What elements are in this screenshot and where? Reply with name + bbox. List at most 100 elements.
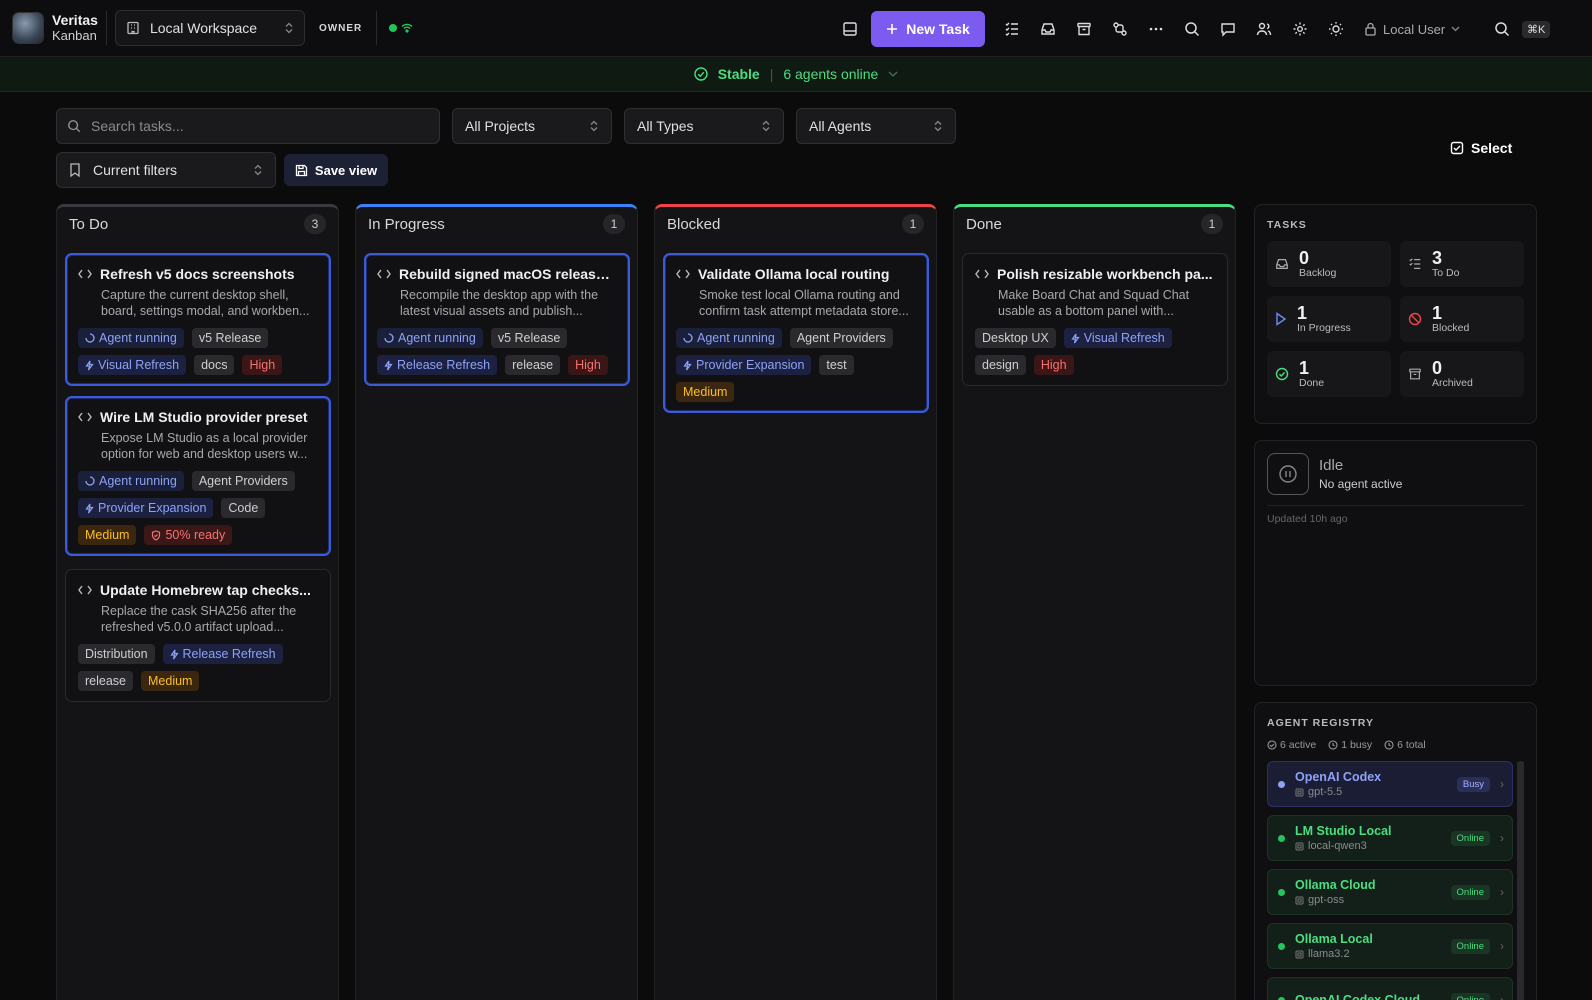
search-button[interactable] <box>1174 11 1210 47</box>
agent-status-tag: Agent running <box>377 328 483 348</box>
agents-filter[interactable]: All Agents <box>796 108 956 144</box>
chevron-updown-icon <box>284 22 294 34</box>
task-card[interactable]: Validate Ollama local routing Smoke test … <box>663 253 929 413</box>
theme-button[interactable] <box>1318 11 1354 47</box>
agent-status-badge: Busy <box>1456 776 1490 792</box>
chip-icon <box>1295 788 1304 797</box>
more-button[interactable] <box>1138 11 1174 47</box>
agent-row[interactable]: LM Studio Local local-qwen3 Online › <box>1267 815 1513 861</box>
chevron-down-icon <box>888 71 898 77</box>
agent-row[interactable]: Ollama Local llama3.2 Online › <box>1267 923 1513 969</box>
backlog-icon <box>1275 257 1289 271</box>
tag: Desktop UX <box>975 328 1056 348</box>
command-search-button[interactable] <box>1484 11 1520 47</box>
column-done: Done 1 Polish resizable workbench pa... Mak… <box>953 204 1236 1000</box>
agent-activity-panel: Idle No agent active Updated 10h ago <box>1254 440 1537 686</box>
stat-archived[interactable]: 0 Archived <box>1400 351 1524 397</box>
divider <box>105 11 107 45</box>
workflow-button[interactable] <box>1102 11 1138 47</box>
agent-status-dot <box>1278 780 1285 788</box>
plus-icon <box>887 24 898 34</box>
code-icon <box>676 269 690 279</box>
stat-in-progress[interactable]: 1 In Progress <box>1267 296 1391 342</box>
task-title: Refresh v5 docs screenshots <box>100 266 295 282</box>
types-filter[interactable]: All Types <box>624 108 784 144</box>
new-task-button[interactable]: New Task <box>871 11 985 47</box>
saved-view-selector[interactable]: Current filters <box>56 152 276 188</box>
task-card[interactable]: Update Homebrew tap checks... Replace the… <box>65 569 331 702</box>
inbox-icon <box>1041 23 1055 35</box>
chevron-updown-icon <box>934 120 942 132</box>
column-title: To Do <box>69 215 109 233</box>
agent-model: local-qwen3 <box>1308 840 1367 852</box>
workspace-selector[interactable]: Local Workspace <box>114 10 305 46</box>
chevron-updown-icon <box>590 120 598 132</box>
settings-button[interactable] <box>1282 11 1318 47</box>
agent-model: llama3.2 <box>1308 948 1350 960</box>
divider <box>376 11 378 45</box>
archived-icon <box>1408 367 1422 381</box>
tag: v5 Release <box>191 328 269 348</box>
task-description: Recompile the desktop app with the latest… <box>400 288 599 318</box>
chevron-right-icon: › <box>1500 993 1504 1000</box>
column-title: Done <box>966 215 1002 233</box>
chip-icon <box>1295 896 1304 905</box>
stat-done[interactable]: 1 Done <box>1267 351 1391 397</box>
search-field[interactable]: Search tasks... <box>56 108 440 144</box>
tag: v5 Release <box>490 328 568 348</box>
types-filter-label: All Types <box>637 118 694 134</box>
chat-button[interactable] <box>1210 11 1246 47</box>
total-count-label: 6 total <box>1397 739 1426 751</box>
users-button[interactable] <box>1246 11 1282 47</box>
chevron-right-icon: › <box>1500 939 1504 953</box>
tasks-heading: TASKS <box>1267 219 1307 231</box>
shield-check-icon <box>151 529 161 541</box>
priority-tag: Medium <box>78 525 137 545</box>
new-task-label: New Task <box>906 21 970 37</box>
agent-row[interactable]: OpenAI Codex Cloud Online › <box>1267 977 1513 1000</box>
column-todo: To Do 3 Refresh v5 docs screenshots Capture… <box>56 204 339 1000</box>
priority-tag: Medium <box>141 671 200 691</box>
connection-status[interactable] <box>389 23 413 33</box>
brand[interactable]: Veritas Kanban <box>12 12 98 44</box>
busy-count-label: 1 busy <box>1341 739 1373 751</box>
task-card[interactable]: Rebuild signed macOS release ... Recompil… <box>364 253 630 386</box>
search-input[interactable]: Search tasks... <box>91 118 184 134</box>
tag: Agent Providers <box>191 471 295 491</box>
chevron-right-icon: › <box>1500 831 1504 845</box>
archive-button[interactable] <box>1066 11 1102 47</box>
check-circle-icon <box>693 67 708 81</box>
code-icon <box>377 269 391 279</box>
panel-toggle-button[interactable] <box>832 11 868 47</box>
code-icon <box>78 412 92 422</box>
save-view-button[interactable]: Save view <box>284 154 388 186</box>
spinner-icon <box>683 333 693 343</box>
projects-filter[interactable]: All Projects <box>452 108 612 144</box>
stat-blocked[interactable]: 1 Blocked <box>1400 296 1524 342</box>
agent-row[interactable]: Ollama Cloud gpt-oss Online › <box>1267 869 1513 915</box>
users-icon <box>1256 22 1272 36</box>
registry-scrollbar[interactable] <box>1517 761 1524 1000</box>
system-status-bar[interactable]: Stable | 6 agents online <box>0 57 1592 92</box>
task-card[interactable]: Refresh v5 docs screenshots Capture the c… <box>65 253 331 386</box>
active-count-label: 6 active <box>1280 739 1317 751</box>
task-card[interactable]: Wire LM Studio provider preset Expose LM … <box>65 396 331 556</box>
inbox-button[interactable] <box>1030 11 1066 47</box>
stat-backlog[interactable]: 0 Backlog <box>1267 241 1391 287</box>
tag: release <box>78 671 133 691</box>
task-description: Expose LM Studio as a local provider opti… <box>101 431 308 461</box>
task-title: Update Homebrew tap checks... <box>100 582 311 598</box>
list-button[interactable] <box>994 11 1030 47</box>
code-icon <box>975 269 989 279</box>
agent-row[interactable]: OpenAI Codex gpt-5.5 Busy › <box>1267 761 1513 807</box>
stat-to-do[interactable]: 3 To Do <box>1400 241 1524 287</box>
select-mode-button[interactable]: Select <box>1450 136 1540 160</box>
tag: design <box>975 355 1026 375</box>
user-menu[interactable]: Local User <box>1364 22 1484 37</box>
checkbox-icon <box>1450 141 1464 155</box>
column-title: In Progress <box>368 215 445 233</box>
agent-status-tag: Agent running <box>78 471 184 491</box>
column-count: 1 <box>603 214 625 234</box>
project-tag: Visual Refresh <box>78 355 187 375</box>
task-card[interactable]: Polish resizable workbench pa... Make Boa… <box>962 253 1228 386</box>
